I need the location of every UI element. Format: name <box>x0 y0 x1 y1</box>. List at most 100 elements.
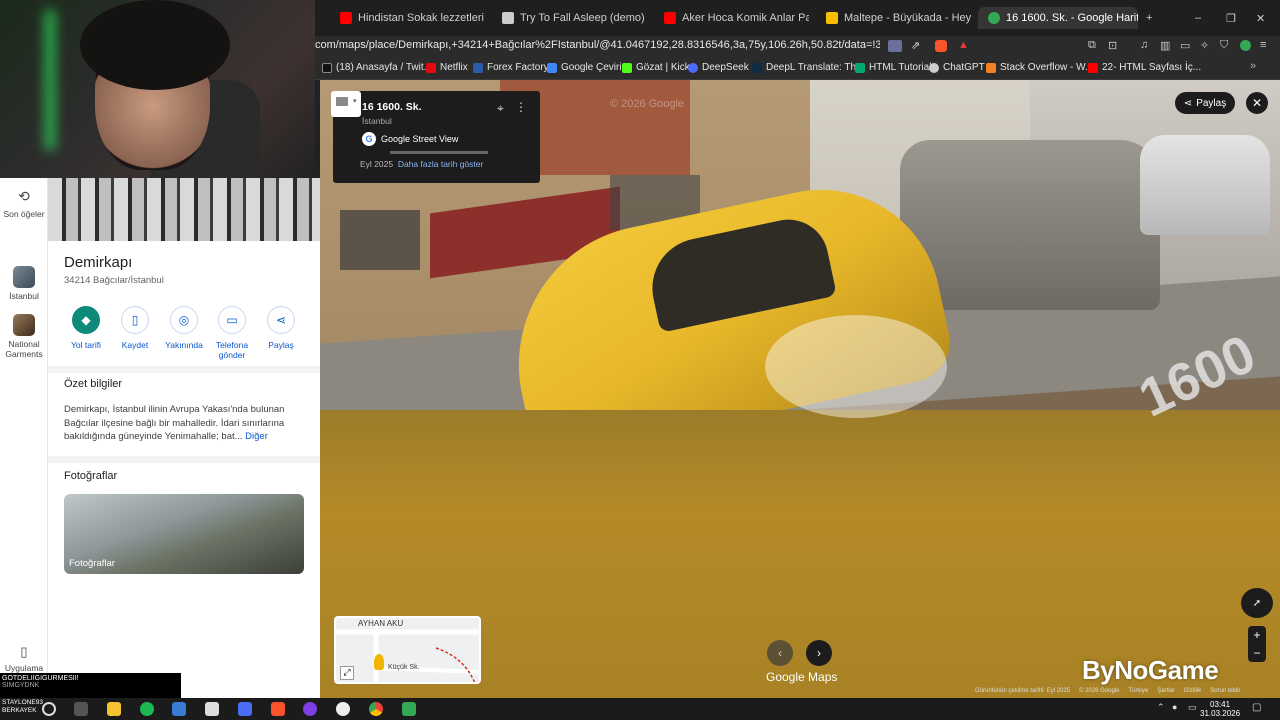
brave-icon[interactable] <box>271 702 285 716</box>
zoom-in-button[interactable]: + <box>1248 626 1266 644</box>
chevron-up-icon[interactable]: ⌃ <box>1157 702 1165 713</box>
task-view-icon[interactable] <box>74 702 88 716</box>
bookmark-kick[interactable]: Gözat | Kick <box>622 62 690 73</box>
location-pin-icon[interactable]: ⌖ <box>497 101 504 116</box>
footer-item[interactable]: Şartlar <box>1157 688 1175 698</box>
bookmark-chatgpt[interactable]: ChatGPT <box>929 62 985 73</box>
plus-icon: + <box>1146 12 1153 24</box>
tab-youtube-1[interactable]: Hindistan Sokak lezzetleri 2 - YouTu <box>330 7 485 29</box>
network-icon[interactable]: ▭ <box>1188 702 1197 713</box>
maps-icon[interactable] <box>402 702 416 716</box>
tab-label: Hindistan Sokak lezzetleri 2 - YouTu <box>358 12 485 24</box>
chevron-left-icon: ‹ <box>778 646 782 660</box>
url-text[interactable]: com/maps/place/Demirkapı,+34214+Bağcılar… <box>315 39 880 51</box>
compass-icon: ➚ <box>1252 597 1262 609</box>
taskbar-clock[interactable]: 03:41 31.03.2026 <box>1200 700 1240 718</box>
place-hero-image[interactable] <box>48 178 320 241</box>
bookmark-stackoverflow[interactable]: Stack Overflow - W... <box>986 62 1093 73</box>
bookmark-twitter[interactable]: (18) Anasayfa / Twit... <box>322 62 432 73</box>
bookmark-deepl[interactable]: DeepL Translate: Th... <box>752 62 864 73</box>
tab-maltepe[interactable]: Maltepe - Büyükada - Heybeliada - <box>816 7 971 29</box>
photos-card[interactable]: Fotoğraflar <box>64 494 304 574</box>
tab-youtube-2[interactable]: Aker Hoca Komik Anlar Part 1 - YouT <box>654 7 809 29</box>
footer-item[interactable]: Sorun bildir <box>1210 688 1240 698</box>
bookmark-label: Forex Factory <box>487 62 549 73</box>
minimize-icon[interactable]: – <box>1195 7 1213 29</box>
previous-arrow-button[interactable]: ‹ <box>767 640 793 666</box>
mini-map[interactable]: AYHAN AKU Küçük Sk. ⤢ <box>334 616 481 684</box>
more-dates-link[interactable]: Daha fazla tarih göster <box>398 159 484 169</box>
close-street-view-button[interactable]: ✕ <box>1246 92 1268 114</box>
footer-item[interactable]: Türkiye <box>1129 688 1149 698</box>
app-icon[interactable] <box>172 702 186 716</box>
date-slider[interactable] <box>390 151 488 154</box>
bookmark-html-tutorial[interactable]: HTML Tutorial <box>855 62 931 73</box>
compass-button[interactable]: ➚ <box>1241 588 1273 618</box>
obs-icon[interactable] <box>336 702 350 716</box>
vpn-icon[interactable]: ⛉ <box>1220 39 1228 52</box>
extensions-icon[interactable]: ⧉ <box>1088 39 1096 52</box>
bookmark-translate[interactable]: Google Çeviri <box>547 62 622 73</box>
notification-icon[interactable]: ▢ <box>1252 702 1261 713</box>
street-city: İstanbul <box>362 116 392 126</box>
rail-national-garments[interactable]: National Garments <box>0 314 48 359</box>
tab-google-maps[interactable]: 16 1600. Sk. - Google Haritalar ✕ <box>978 7 1138 29</box>
music-control-icon[interactable]: ♫ <box>1140 39 1148 51</box>
send-to-phone-button[interactable]: ▭ Telefona gönder <box>207 306 257 360</box>
app-icon[interactable] <box>238 702 252 716</box>
restore-icon[interactable]: ❐ <box>1226 7 1244 29</box>
microphone-icon[interactable]: ● <box>1172 702 1177 712</box>
bookmark-html-page[interactable]: 22- HTML Sayfası İç... <box>1088 62 1201 73</box>
directions-button[interactable]: ◆ Yol tarifi <box>61 306 111 350</box>
rail-istanbul[interactable]: İstanbul <box>0 266 48 301</box>
close-window-icon[interactable]: ✕ <box>1256 7 1274 29</box>
sidebar-icon[interactable]: ▥ <box>1160 39 1170 52</box>
save-button[interactable]: ▯ Kaydet <box>110 306 160 350</box>
action-label: Yol tarifi <box>71 340 101 350</box>
place-title: Demirkapı <box>64 254 133 271</box>
brave-shield-icon[interactable] <box>935 40 947 52</box>
new-tab-button[interactable]: + <box>1142 7 1162 29</box>
next-arrow-button[interactable]: › <box>806 640 832 666</box>
clock-date: 31.03.2026 <box>1200 709 1241 718</box>
bookmark-label: ChatGPT <box>943 62 985 73</box>
rail-app[interactable]: ▯ Uygulama <box>0 644 48 673</box>
action-label: Paylaş <box>268 340 294 350</box>
leo-icon[interactable]: ✧ <box>1200 39 1209 52</box>
menu-icon[interactable]: ≡ <box>1260 39 1266 51</box>
search-icon[interactable] <box>42 702 56 716</box>
app-icon[interactable] <box>303 702 317 716</box>
bookmark-netflix[interactable]: Netflix <box>426 62 468 73</box>
footer-item[interactable]: Gizlilik <box>1184 688 1201 698</box>
chrome-icon[interactable] <box>369 702 383 716</box>
file-explorer-icon[interactable] <box>107 702 121 716</box>
chevron-right-icon[interactable]: » <box>1250 60 1256 72</box>
notion-icon[interactable] <box>205 702 219 716</box>
place-address: 34214 Bağcılar/İstanbul <box>64 275 164 286</box>
summary-more-link[interactable]: Diğer <box>245 431 268 442</box>
more-options-icon[interactable]: ⋮ <box>515 100 527 114</box>
move-cursor-ellipse[interactable] <box>765 315 947 418</box>
expand-map-icon[interactable]: ⤢ <box>340 666 354 680</box>
warning-icon[interactable]: ▲ <box>958 39 969 51</box>
back-button[interactable]: ▾ <box>331 91 361 117</box>
tab-label: 16 1600. Sk. - Google Haritalar <box>1006 12 1138 24</box>
share-button[interactable]: ⋖ Paylaş <box>256 306 306 350</box>
bookmark-deepseek[interactable]: DeepSeek <box>688 62 749 73</box>
bookmark-forex[interactable]: Forex Factory <box>473 62 549 73</box>
nearby-button[interactable]: ◎ Yakınında <box>159 306 209 350</box>
street-view-share-button[interactable]: ⋖ Paylaş <box>1175 92 1235 114</box>
screen-share-icon[interactable] <box>888 40 902 52</box>
national-garments-thumb <box>13 314 35 336</box>
share-page-icon[interactable]: ⇗ <box>911 39 920 52</box>
download-icon[interactable]: ⊡ <box>1108 39 1117 52</box>
send-to-phone-icon: ▭ <box>218 306 246 334</box>
profile-icon[interactable] <box>1240 40 1251 51</box>
spotify-icon[interactable] <box>140 702 154 716</box>
wallet-icon[interactable]: ▭ <box>1180 39 1190 52</box>
tab-song[interactable]: Try To Fall Asleep (demo) by Amber <box>492 7 647 29</box>
zoom-out-button[interactable]: − <box>1248 644 1266 662</box>
rail-recent[interactable]: ⟲ Son öğeler <box>0 188 48 219</box>
photos-card-label: Fotoğraflar <box>69 558 115 569</box>
brand-label: Google Street View <box>381 134 459 144</box>
